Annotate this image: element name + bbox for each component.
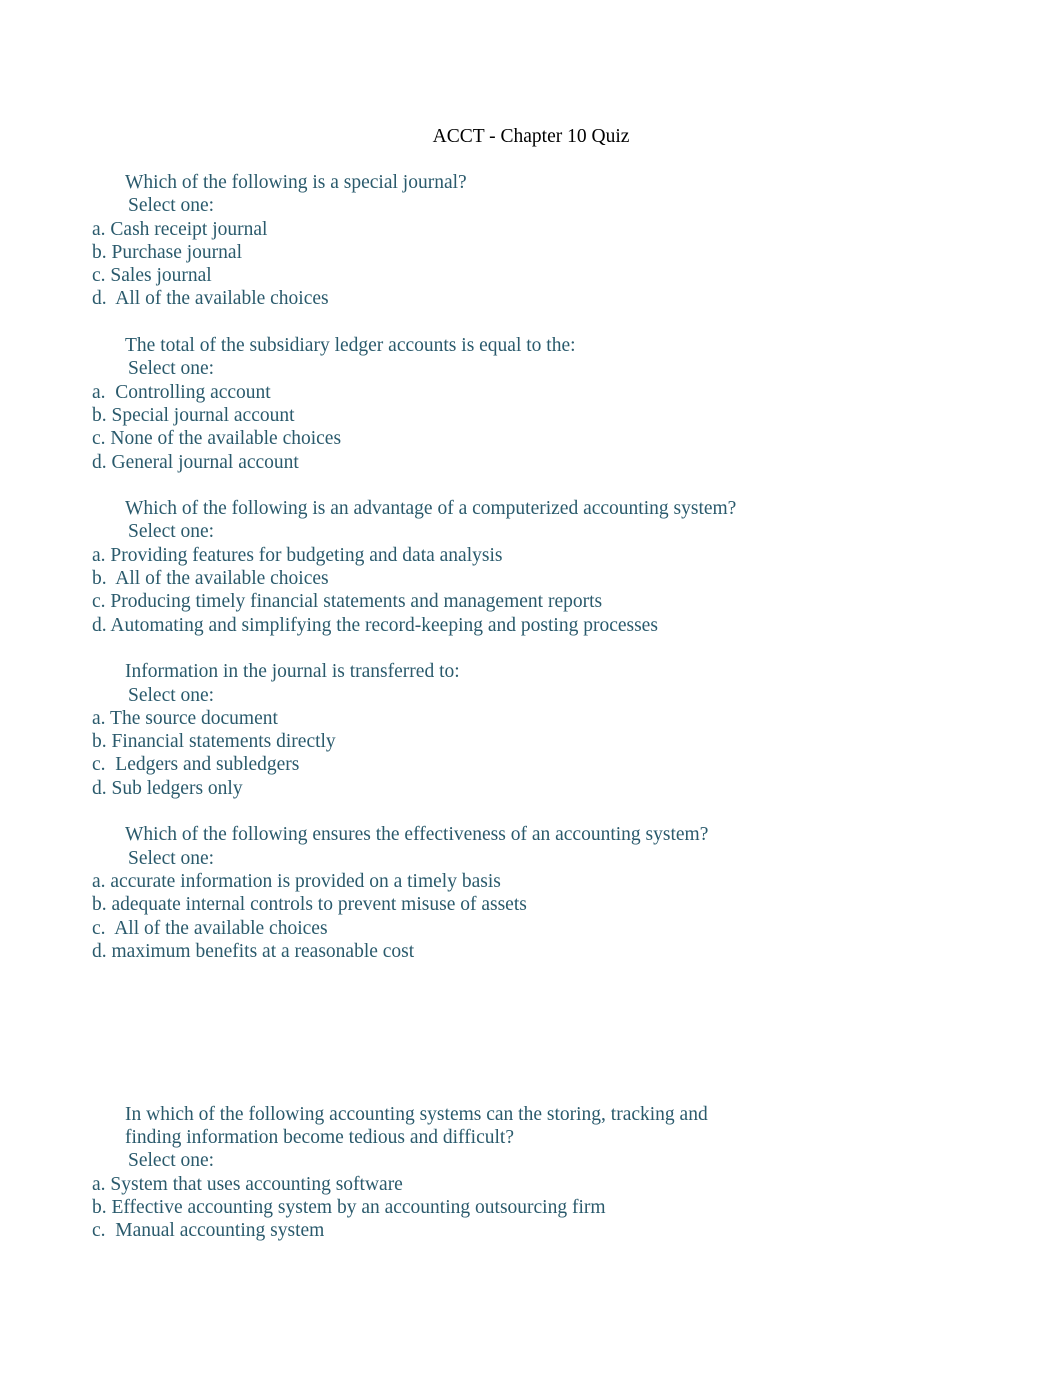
answer-option-b[interactable]: b. Special journal account bbox=[92, 404, 1062, 427]
question-prompt: In which of the following accounting sys… bbox=[125, 1103, 713, 1149]
select-one-label: Select one: bbox=[128, 684, 215, 706]
answer-option-d[interactable]: d. All of the available choices bbox=[92, 287, 1062, 310]
answer-option-c[interactable]: c. Producing timely financial statements… bbox=[92, 590, 1062, 613]
question-prompt: The total of the subsidiary ledger accou… bbox=[125, 335, 576, 357]
question-prompt: Which of the following is a special jour… bbox=[125, 172, 467, 193]
answer-option-a[interactable]: a. accurate information is provided on a… bbox=[92, 870, 1062, 893]
document-page: ACCT - Chapter 10 Quiz Which of the foll… bbox=[0, 0, 1062, 1377]
question-prompt: Which of the following ensures the effec… bbox=[125, 824, 709, 846]
answer-option-b[interactable]: b. adequate internal controls to prevent… bbox=[92, 893, 1062, 916]
question-block-1: Which of the following is a special jour… bbox=[0, 171, 1062, 311]
question-prompt: Which of the following is an advantage o… bbox=[125, 498, 737, 520]
answer-option-b[interactable]: b. Effective accounting system by an acc… bbox=[92, 1196, 1062, 1219]
question-block-3: Which of the following is an advantage o… bbox=[0, 497, 1062, 637]
answer-option-d[interactable]: d. Sub ledgers only bbox=[92, 777, 1062, 800]
answer-option-d[interactable]: d. Automating and simplifying the record… bbox=[92, 614, 1062, 637]
select-one-label: Select one: bbox=[128, 1150, 215, 1172]
page-title: ACCT - Chapter 10 Quiz bbox=[432, 126, 630, 147]
answer-option-a[interactable]: a. The source document bbox=[92, 707, 1062, 730]
question-block-5: Which of the following ensures the effec… bbox=[0, 823, 1062, 963]
select-one-label: Select one: bbox=[128, 358, 215, 380]
answer-option-b[interactable]: b. All of the available choices bbox=[92, 567, 1062, 590]
page-break-gap bbox=[0, 963, 1062, 1103]
answer-option-c[interactable]: c. All of the available choices bbox=[92, 917, 1062, 940]
question-block-2: The total of the subsidiary ledger accou… bbox=[0, 334, 1062, 474]
answer-option-a[interactable]: a. System that uses accounting software bbox=[92, 1173, 1062, 1196]
answer-option-c[interactable]: c. None of the available choices bbox=[92, 427, 1062, 450]
question-block-6: In which of the following accounting sys… bbox=[0, 1103, 1062, 1243]
question-block-4: Information in the journal is transferre… bbox=[0, 660, 1062, 800]
question-prompt: Information in the journal is transferre… bbox=[125, 661, 460, 683]
select-one-label: Select one: bbox=[128, 521, 215, 543]
answer-option-d[interactable]: d. General journal account bbox=[92, 451, 1062, 474]
answer-option-a[interactable]: a. Providing features for budgeting and … bbox=[92, 544, 1062, 567]
answer-option-c[interactable]: c. Ledgers and subledgers bbox=[92, 753, 1062, 776]
answer-option-c[interactable]: c. Sales journal bbox=[92, 264, 1062, 287]
answer-option-b[interactable]: b. Purchase journal bbox=[92, 241, 1062, 264]
select-one-label: Select one: bbox=[128, 847, 215, 869]
answer-option-d[interactable]: d. maximum benefits at a reasonable cost bbox=[92, 940, 1062, 963]
answer-option-a[interactable]: a. Controlling account bbox=[92, 381, 1062, 404]
select-one-label: Select one: bbox=[128, 195, 215, 217]
quiz-body: Which of the following is a special jour… bbox=[0, 171, 1062, 1243]
answer-option-b[interactable]: b. Financial statements directly bbox=[92, 730, 1062, 753]
answer-option-c[interactable]: c. Manual accounting system bbox=[92, 1219, 1062, 1242]
answer-option-a[interactable]: a. Cash receipt journal bbox=[92, 218, 1062, 241]
